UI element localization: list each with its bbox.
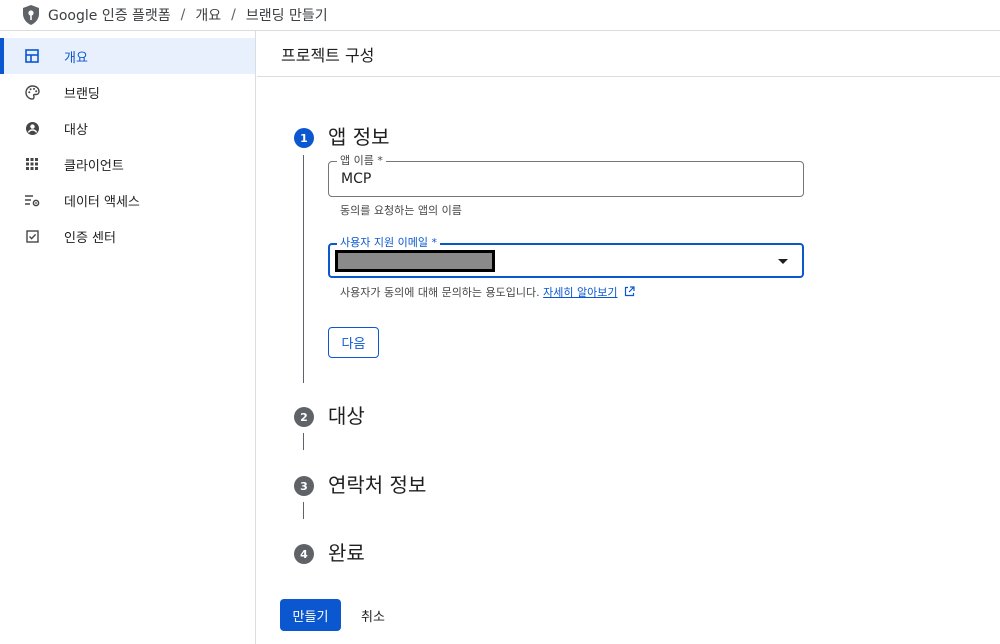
sidebar-item-data-access[interactable]: 데이터 액세스 [0, 182, 255, 218]
breadcrumb-item-create-branding: 브랜딩 만들기 [245, 8, 328, 24]
step-title-app-info: 앱 정보 [328, 125, 390, 149]
checkbox-icon [24, 228, 40, 244]
app-name-field[interactable]: 앱 이름 * MCP [328, 154, 804, 197]
step-connector-line [303, 433, 304, 450]
grid-apps-icon [24, 156, 40, 172]
sidebar-item-label: 개요 [64, 50, 88, 66]
sidebar-item-branding[interactable]: 브랜딩 [0, 74, 255, 110]
account-circle-icon [24, 120, 40, 136]
step-title-contact-info: 연락처 정보 [328, 473, 427, 497]
page-title: 프로젝트 구성 [257, 31, 1000, 77]
step-connector-line [303, 502, 304, 519]
next-button[interactable]: 다음 [328, 327, 379, 358]
support-email-label: 사용자 지원 이메일 * [337, 236, 440, 250]
sidebar-item-label: 인증 센터 [64, 230, 116, 246]
step-number-3: 3 [294, 476, 314, 496]
sidebar-item-audience[interactable]: 대상 [0, 110, 255, 146]
breadcrumb-item-platform[interactable]: Google 인증 플랫폼 [48, 5, 171, 25]
dropdown-arrow-icon[interactable] [778, 259, 788, 264]
sidebar-item-overview[interactable]: 개요 [0, 38, 255, 74]
learn-more-link[interactable]: 자세히 알아보기 [543, 286, 617, 299]
redacted-email [335, 250, 495, 272]
breadcrumb-separator: / [180, 7, 186, 23]
breadcrumb-separator: / [231, 7, 236, 23]
sidebar-item-label: 브랜딩 [64, 86, 100, 102]
list-settings-icon [24, 192, 40, 208]
app-name-helper: 동의를 요청하는 앱의 이름 [340, 204, 462, 217]
shield-key-icon [22, 5, 40, 25]
palette-icon [24, 84, 40, 100]
step-title-complete: 완료 [328, 541, 365, 565]
breadcrumb-item-overview[interactable]: 개요 [195, 5, 221, 25]
sidebar-item-verification-center[interactable]: 인증 센터 [0, 218, 255, 254]
step-connector-line [303, 155, 304, 383]
step-title-audience: 대상 [328, 404, 365, 428]
sidebar-item-label: 클라이언트 [64, 158, 124, 174]
create-button[interactable]: 만들기 [280, 599, 341, 631]
app-name-label: 앱 이름 * [337, 154, 386, 168]
step-number-4: 4 [294, 544, 314, 564]
step-number-2: 2 [294, 407, 314, 427]
sidebar-item-label: 데이터 액세스 [64, 194, 140, 210]
dashboard-icon [24, 48, 40, 64]
open-in-new-icon [624, 286, 635, 300]
breadcrumb: Google 인증 플랫폼 / 개요 / 브랜딩 만들기 [0, 0, 1000, 31]
step-number-1: 1 [294, 128, 314, 148]
sidebar: 개요 브랜딩 대상 클라이언트 데이터 액세스 인증 센터 [0, 31, 256, 644]
sidebar-item-label: 대상 [64, 122, 88, 138]
support-email-select[interactable]: 사용자 지원 이메일 * [328, 236, 804, 278]
sidebar-item-clients[interactable]: 클라이언트 [0, 146, 255, 182]
support-email-helper-text: 사용자가 동의에 대해 문의하는 용도입니다. [340, 286, 540, 299]
app-name-value: MCP [341, 171, 372, 187]
cancel-button[interactable]: 취소 [352, 599, 394, 631]
support-email-helper: 사용자가 동의에 대해 문의하는 용도입니다. 자세히 알아보기 [340, 284, 635, 300]
